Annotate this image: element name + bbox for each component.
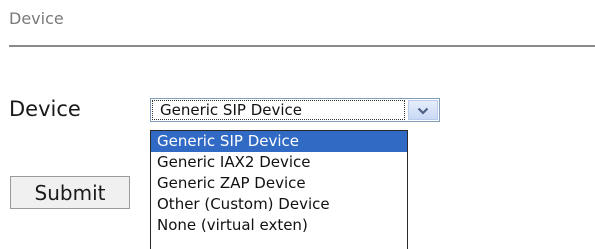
dropdown-option[interactable]: Other (Custom) Device [151, 194, 407, 215]
device-select[interactable]: Generic SIP Device [150, 98, 440, 122]
section-title: Device [9, 9, 64, 28]
dropdown-option[interactable]: None (virtual exten) [151, 215, 407, 236]
dropdown-option[interactable]: Generic IAX2 Device [151, 152, 407, 173]
dropdown-option[interactable]: Generic SIP Device [151, 131, 407, 152]
section-divider [9, 45, 595, 47]
device-select-value: Generic SIP Device [152, 100, 405, 120]
dropdown-option[interactable]: Generic ZAP Device [151, 173, 407, 194]
device-label: Device [9, 97, 81, 121]
submit-button[interactable]: Submit [10, 176, 130, 209]
device-dropdown-list: Generic SIP Device Generic IAX2 Device G… [150, 130, 408, 249]
device-select-arrow-button[interactable] [408, 100, 438, 120]
chevron-down-icon [417, 101, 429, 120]
